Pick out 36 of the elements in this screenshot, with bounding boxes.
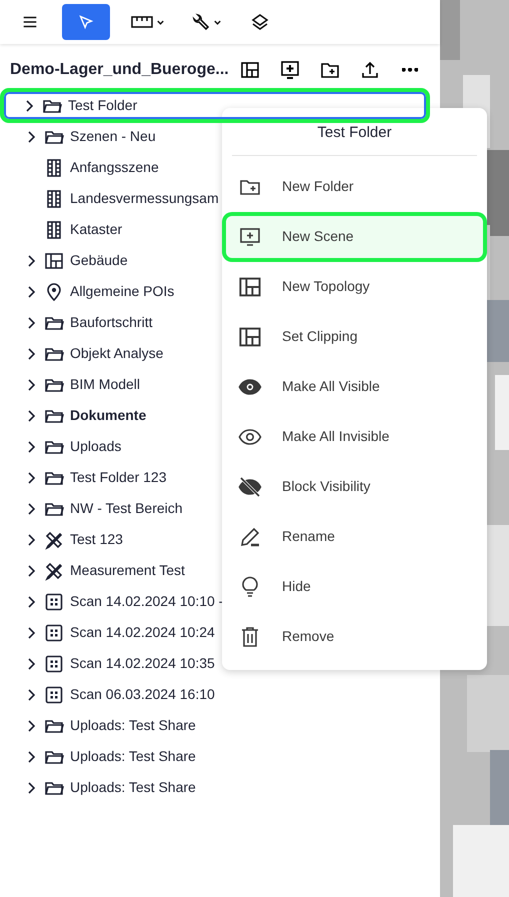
- pointer-icon: [77, 13, 95, 31]
- grid-dots-icon: [44, 622, 64, 642]
- menu-item[interactable]: Set Clipping: [222, 312, 487, 362]
- ruler-icon: [130, 15, 154, 29]
- layout-icon: [240, 60, 260, 80]
- ruler-pencil-icon: [44, 560, 64, 580]
- film-icon: [44, 188, 64, 208]
- caret-icon: [156, 18, 165, 26]
- film-icon: [44, 158, 64, 178]
- layout-icon: [44, 250, 64, 270]
- grid-dots-icon: [44, 684, 64, 704]
- menu-item[interactable]: New Folder: [222, 162, 487, 212]
- monitor-plus-icon: [280, 60, 300, 80]
- more-icon: [402, 68, 418, 72]
- grid-dots-icon: [44, 592, 64, 612]
- tree-item[interactable]: Uploads: Test Share: [2, 772, 428, 803]
- grid-dots-icon: [44, 654, 64, 674]
- map-pin-icon: [44, 282, 64, 302]
- wrench-icon: [191, 12, 211, 32]
- film-icon: [44, 220, 64, 240]
- ruler-pencil-icon: [44, 530, 64, 550]
- folder-plus-icon: [320, 60, 340, 80]
- tree-item[interactable]: Test Folder: [0, 88, 430, 123]
- layout-icon: [238, 274, 262, 298]
- menu-item[interactable]: New Scene: [222, 212, 487, 262]
- tree-item[interactable]: Uploads: Test Share: [2, 741, 428, 772]
- layout-icon: [238, 324, 262, 348]
- layers-icon: [250, 12, 270, 32]
- caret-icon: [213, 18, 222, 26]
- eye-off-icon: [238, 474, 262, 498]
- tree-item[interactable]: Scan 06.03.2024 16:10: [2, 679, 428, 710]
- menu-item[interactable]: Hide: [222, 562, 487, 612]
- project-title: Demo-Lager_und_Bueroge...: [10, 60, 230, 80]
- pointer-tool-button[interactable]: [62, 4, 110, 40]
- tree-item[interactable]: Uploads: Test Share: [2, 710, 428, 741]
- upload-icon: [360, 60, 380, 80]
